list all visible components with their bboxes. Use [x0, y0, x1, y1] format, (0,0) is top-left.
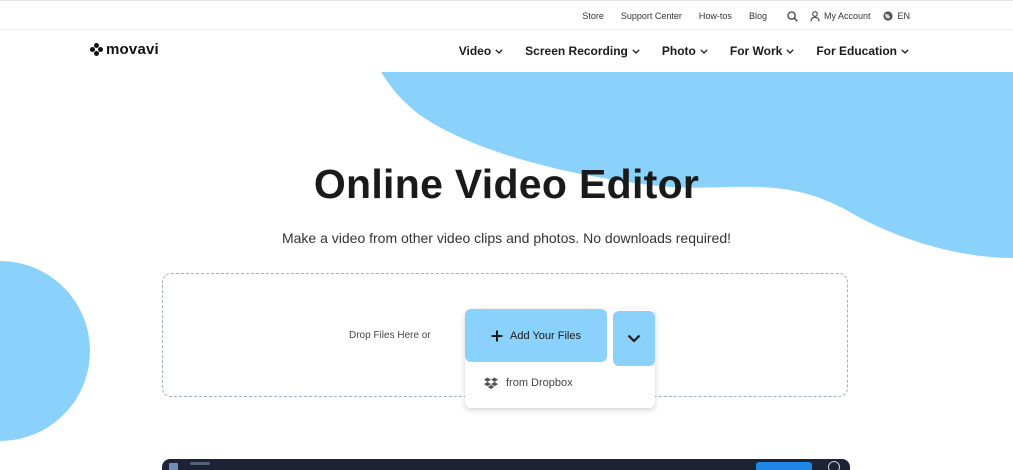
language-selector[interactable]: EN	[883, 11, 910, 21]
nav-item-label: For Work	[729, 44, 783, 58]
chevron-down-icon	[627, 334, 641, 343]
page: Store Support Center How-tos Blog My Acc…	[0, 0, 1013, 470]
nav-item-label: Screen Recording	[525, 44, 628, 58]
search-button[interactable]	[787, 10, 798, 22]
page-subtitle: Make a video from other video clips and …	[281, 230, 732, 246]
nav-item-for-education[interactable]: For Education	[816, 44, 909, 58]
add-files-label: Add Your Files	[510, 329, 581, 342]
page-title: Online Video Editor	[313, 161, 700, 207]
logo-mark-icon	[90, 43, 103, 56]
chevron-down-icon	[632, 48, 640, 54]
movavi-logo[interactable]: movavi	[90, 41, 159, 58]
support-center-link[interactable]: Support Center	[621, 11, 682, 21]
globe-icon	[883, 11, 894, 21]
dropbox-icon	[484, 377, 498, 389]
user-icon	[810, 10, 820, 22]
language-label: EN	[897, 11, 910, 21]
nav-item-for-work[interactable]: For Work	[730, 44, 794, 58]
nav-item-label: Video	[458, 44, 492, 58]
project-file-icon	[169, 463, 178, 470]
dropbox-label: from Dropbox	[506, 377, 573, 389]
plus-icon	[491, 330, 503, 342]
how-tos-link[interactable]: How-tos	[699, 11, 732, 21]
chevron-down-icon	[495, 48, 503, 54]
search-icon	[787, 10, 798, 22]
nav-item-screen-recording[interactable]: Screen Recording	[525, 44, 640, 58]
chevron-down-icon	[786, 48, 794, 54]
project-name-placeholder	[190, 462, 210, 465]
add-files-button[interactable]: Add Your Files	[465, 309, 607, 362]
store-link[interactable]: Store	[582, 11, 604, 21]
chevron-down-icon	[700, 48, 708, 54]
side-circle-shape	[0, 261, 90, 441]
chevron-down-icon	[901, 48, 909, 54]
top-utility-bar: Store Support Center How-tos Blog My Acc…	[0, 0, 1013, 30]
editor-preview-window	[162, 459, 850, 470]
nav-item-photo[interactable]: Photo	[662, 44, 708, 58]
nav-item-label: Photo	[661, 44, 696, 58]
nav-item-label: For Education	[816, 44, 897, 58]
logo-text: movavi	[106, 41, 159, 58]
blog-link[interactable]: Blog	[749, 11, 767, 21]
more-upload-sources-button[interactable]	[613, 311, 655, 366]
drop-files-label: Drop Files Here or	[349, 330, 431, 341]
upload-from-dropbox-option[interactable]: from Dropbox	[466, 368, 654, 398]
nav-menu: Video Screen Recording Photo For Work Fo…	[437, 30, 909, 72]
help-icon	[828, 461, 840, 470]
main-navigation: movavi Video Screen Recording Photo For …	[0, 30, 1013, 72]
nav-item-video[interactable]: Video	[459, 44, 503, 58]
my-account-label: My Account	[823, 11, 871, 21]
top-utility-links: Store Support Center How-tos Blog My Acc…	[565, 1, 910, 31]
export-button	[756, 462, 812, 470]
my-account-link[interactable]: My Account	[810, 10, 871, 22]
